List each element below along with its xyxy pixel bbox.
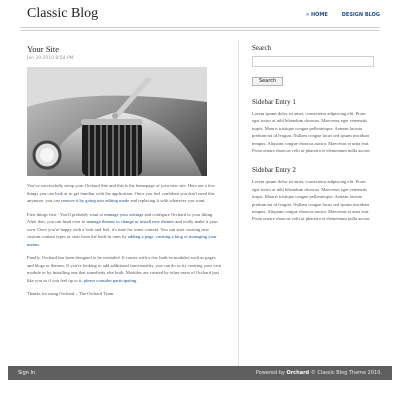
sidebar: Search Search Sidebar Entry 1 Lorem ipsu… xyxy=(252,44,374,223)
car-photo-image xyxy=(27,67,207,176)
header-divider xyxy=(20,27,380,28)
post-image xyxy=(27,67,207,176)
header-divider-2 xyxy=(20,30,380,31)
sidebar-entry-text: Lorem ipsum dolor sit amet, consectetur … xyxy=(252,179,371,222)
credit-text: Powered by xyxy=(255,370,287,376)
sidebar-entry-2: Sidebar Entry 2 Lorem ipsum dolor sit am… xyxy=(252,166,374,222)
credit-text: © Classic Blog Theme 2010. xyxy=(309,370,382,376)
post-paragraph-1: You've successfully setup your Orchard S… xyxy=(27,182,222,205)
sidebar-entry-title: Sidebar Entry 1 xyxy=(252,98,296,106)
sidebar-entry-title: Sidebar Entry 2 xyxy=(252,166,296,175)
footer-credit: Powered by Orchard © Classic Blog Theme … xyxy=(256,370,382,376)
nav-design-blog[interactable]: DESIGN BLOG xyxy=(342,12,380,18)
post-paragraph-2: First things first - You'll probably wan… xyxy=(27,211,222,249)
sign-in-link[interactable]: Sign In xyxy=(18,370,35,376)
add-page-link[interactable]: adding a page xyxy=(128,234,154,239)
site-header: Classic Blog HOME DESIGN BLOG xyxy=(0,0,400,36)
post-paragraph-4: Thanks for using Orchard – The Orchard T… xyxy=(27,291,114,296)
search-heading: Search xyxy=(252,44,272,52)
manage-settings-link[interactable]: manage your settings xyxy=(104,212,143,217)
create-blog-link[interactable]: creating a blog xyxy=(156,234,183,239)
nav-home[interactable]: HOME xyxy=(306,12,328,18)
site-footer: Sign In Powered by Orchard © Classic Blo… xyxy=(8,366,392,380)
participate-link[interactable]: please consider participating. xyxy=(84,278,138,283)
site-title[interactable]: Classic Blog xyxy=(27,6,98,22)
sidebar-entry-1: Sidebar Entry 1 Lorem ipsum dolor sit am… xyxy=(252,98,374,154)
edit-homepage-link[interactable]: remove it by going into editing mode xyxy=(61,198,129,203)
paragraph-text: First things first - You'll probably wan… xyxy=(27,211,105,217)
post-body: You've successfully setup your Orchard S… xyxy=(27,182,222,298)
main-content: Your Site Jan 29 2010 8:54 PM You've suc… xyxy=(27,44,222,304)
sidebar-entry-text: Lorem ipsum dolor sit amet, consectetur … xyxy=(252,111,371,154)
search-button[interactable]: Search xyxy=(252,76,284,86)
post-date: Jan 29 2010 8:54 PM xyxy=(27,56,74,61)
search-input[interactable] xyxy=(252,56,374,67)
paragraph-text: and replacing it with whatever you want. xyxy=(129,198,206,203)
manage-themes-link[interactable]: manage themes to change or install new t… xyxy=(86,219,174,224)
main-nav: HOME DESIGN BLOG xyxy=(306,12,380,18)
orchard-link[interactable]: Orchard xyxy=(286,370,309,376)
post-paragraph-3: Finally, Orchard has been designed to be… xyxy=(27,254,222,284)
column-divider xyxy=(238,40,239,370)
post-title[interactable]: Your Site xyxy=(27,44,222,54)
